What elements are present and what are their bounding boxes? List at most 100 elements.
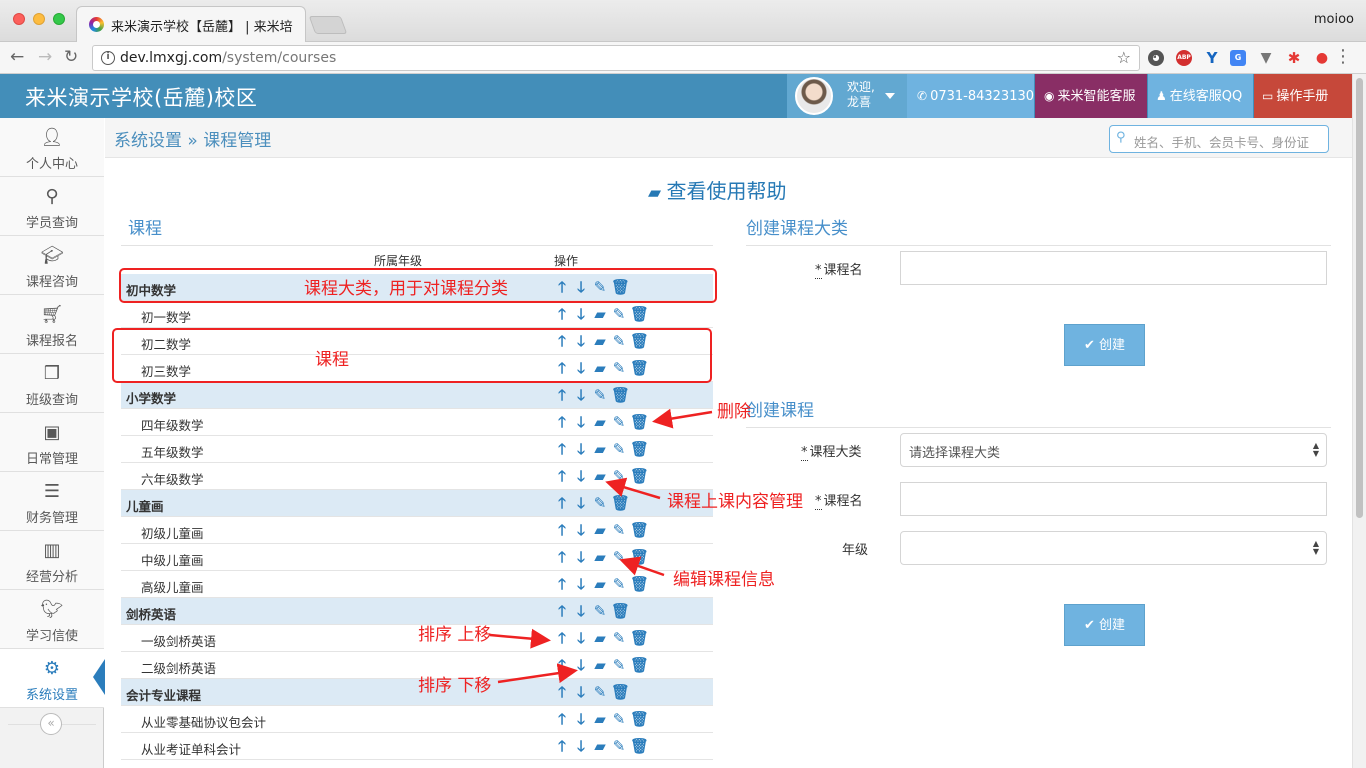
edit-pencil-icon[interactable]: ✎: [611, 414, 627, 430]
sidebar-item-finance[interactable]: ☰ 财务管理: [0, 472, 104, 531]
move-down-icon[interactable]: 🡓: [573, 306, 589, 322]
trash-icon[interactable]: 🗑︎: [630, 468, 649, 484]
breadcrumb-text[interactable]: 系统设置 » 课程管理: [114, 126, 271, 151]
scrollbar-thumb[interactable]: [1356, 78, 1363, 518]
edit-pencil-icon[interactable]: ✎: [592, 684, 608, 700]
edit-pencil-icon[interactable]: ✎: [611, 441, 627, 457]
phone-link[interactable]: ✆ 0731-84323130: [907, 74, 1034, 118]
edit-pencil-icon[interactable]: ✎: [611, 630, 627, 646]
info-icon[interactable]: i: [101, 51, 115, 65]
move-down-icon[interactable]: 🡓: [573, 576, 589, 592]
edit-pencil-icon[interactable]: ✎: [611, 522, 627, 538]
trash-icon[interactable]: 🗑︎: [630, 441, 649, 457]
content-book-icon[interactable]: ▰: [592, 657, 608, 673]
grade-select[interactable]: ▲ ▼: [900, 531, 1327, 565]
extension-cat-icon[interactable]: ◕: [1148, 50, 1164, 66]
move-up-icon[interactable]: 🡑: [554, 603, 570, 619]
move-up-icon[interactable]: 🡑: [554, 549, 570, 565]
move-up-icon[interactable]: 🡑: [554, 711, 570, 727]
move-down-icon[interactable]: 🡓: [573, 630, 589, 646]
trash-icon[interactable]: 🗑︎: [630, 522, 649, 538]
sidebar-collapse-button[interactable]: «: [40, 713, 62, 735]
category-name-input[interactable]: [900, 251, 1327, 285]
close-window-button[interactable]: [13, 13, 25, 25]
address-bar[interactable]: i dev.lmxgj.com/system/courses ☆: [92, 45, 1140, 71]
trash-icon[interactable]: 🗑︎: [611, 495, 630, 511]
qq-service-button[interactable]: ♟ 在线客服QQ: [1148, 74, 1253, 118]
reload-icon[interactable]: ↻: [64, 47, 78, 67]
content-book-icon[interactable]: ▰: [592, 441, 608, 457]
trash-icon[interactable]: 🗑︎: [630, 630, 649, 646]
smart-service-button[interactable]: ◉ 来米智能客服: [1035, 74, 1147, 118]
move-up-icon[interactable]: 🡑: [554, 522, 570, 538]
edit-pencil-icon[interactable]: ✎: [592, 387, 608, 403]
move-up-icon[interactable]: 🡑: [554, 306, 570, 322]
move-down-icon[interactable]: 🡓: [573, 711, 589, 727]
move-up-icon[interactable]: 🡑: [554, 441, 570, 457]
sidebar-item-daily[interactable]: ▣ 日常管理: [0, 413, 104, 472]
trash-icon[interactable]: 🗑︎: [611, 603, 630, 619]
course-category-select[interactable]: 请选择课程大类 ▲ ▼: [900, 433, 1327, 467]
edit-pencil-icon[interactable]: ✎: [592, 603, 608, 619]
content-book-icon[interactable]: ▰: [592, 711, 608, 727]
sidebar-item-messenger[interactable]: 🐦︎ 学习信使: [0, 590, 104, 649]
trash-icon[interactable]: 🗑︎: [611, 684, 630, 700]
move-down-icon[interactable]: 🡓: [573, 495, 589, 511]
move-up-icon[interactable]: 🡑: [554, 414, 570, 430]
content-book-icon[interactable]: ▰: [592, 306, 608, 322]
content-book-icon[interactable]: ▰: [592, 738, 608, 754]
create-course-button[interactable]: ✔ 创建: [1064, 604, 1145, 646]
bookmark-star-icon[interactable]: ☆: [1117, 48, 1131, 67]
manual-button[interactable]: ▭ 操作手册: [1254, 74, 1352, 118]
help-link[interactable]: ▰ 查看使用帮助: [648, 175, 786, 204]
trash-icon[interactable]: 🗑︎: [630, 738, 649, 754]
content-book-icon[interactable]: ▰: [592, 468, 608, 484]
move-down-icon[interactable]: 🡓: [573, 387, 589, 403]
translate-icon[interactable]: G: [1230, 50, 1246, 66]
move-up-icon[interactable]: 🡑: [554, 630, 570, 646]
sidebar-item-course-consult[interactable]: 🎓︎ 课程咨询: [0, 236, 104, 295]
new-tab-button[interactable]: [308, 16, 348, 34]
move-down-icon[interactable]: 🡓: [573, 522, 589, 538]
content-book-icon[interactable]: ▰: [592, 576, 608, 592]
edit-pencil-icon[interactable]: ✎: [611, 549, 627, 565]
move-up-icon[interactable]: 🡑: [554, 495, 570, 511]
sidebar-item-student-search[interactable]: ⚲ 学员查询: [0, 177, 104, 236]
forward-arrow-icon[interactable]: →: [38, 47, 52, 67]
edit-pencil-icon[interactable]: ✎: [611, 657, 627, 673]
move-down-icon[interactable]: 🡓: [573, 657, 589, 673]
brand-title[interactable]: 来米演示学校(岳麓)校区: [25, 82, 257, 112]
trash-icon[interactable]: 🗑︎: [630, 306, 649, 322]
sidebar-item-settings[interactable]: ⚙ 系统设置: [0, 649, 105, 708]
page-scrollbar[interactable]: [1352, 74, 1366, 768]
extension-drop-icon[interactable]: ●: [1314, 50, 1330, 66]
trash-icon[interactable]: 🗑︎: [630, 576, 649, 592]
create-category-button[interactable]: ✔ 创建: [1064, 324, 1145, 366]
trash-icon[interactable]: 🗑︎: [630, 711, 649, 727]
sidebar-item-analytics[interactable]: ▥ 经营分析: [0, 531, 104, 590]
move-up-icon[interactable]: 🡑: [554, 684, 570, 700]
trash-icon[interactable]: 🗑︎: [630, 549, 649, 565]
content-book-icon[interactable]: ▰: [592, 414, 608, 430]
extension-v-icon[interactable]: Y: [1204, 50, 1220, 66]
move-down-icon[interactable]: 🡓: [573, 468, 589, 484]
move-down-icon[interactable]: 🡓: [573, 738, 589, 754]
trash-icon[interactable]: 🗑︎: [611, 387, 630, 403]
move-up-icon[interactable]: 🡑: [554, 576, 570, 592]
edit-pencil-icon[interactable]: ✎: [592, 495, 608, 511]
move-up-icon[interactable]: 🡑: [554, 657, 570, 673]
user-menu[interactable]: 欢迎, 龙喜: [787, 74, 907, 118]
content-book-icon[interactable]: ▰: [592, 522, 608, 538]
content-book-icon[interactable]: ▰: [592, 549, 608, 565]
sidebar-item-class-search[interactable]: ❒ 班级查询: [0, 354, 104, 413]
trash-icon[interactable]: 🗑︎: [630, 414, 649, 430]
content-book-icon[interactable]: ▰: [592, 630, 608, 646]
search-box[interactable]: ⚲ 姓名、手机、会员卡号、身份证: [1109, 125, 1329, 153]
minimize-window-button[interactable]: [33, 13, 45, 25]
move-down-icon[interactable]: 🡓: [573, 414, 589, 430]
sidebar-item-enrollment[interactable]: 🛒︎ 课程报名: [0, 295, 104, 354]
adblock-icon[interactable]: ABP: [1176, 50, 1192, 66]
back-arrow-icon[interactable]: ←: [10, 47, 24, 67]
maximize-window-button[interactable]: [53, 13, 65, 25]
move-down-icon[interactable]: 🡓: [573, 684, 589, 700]
